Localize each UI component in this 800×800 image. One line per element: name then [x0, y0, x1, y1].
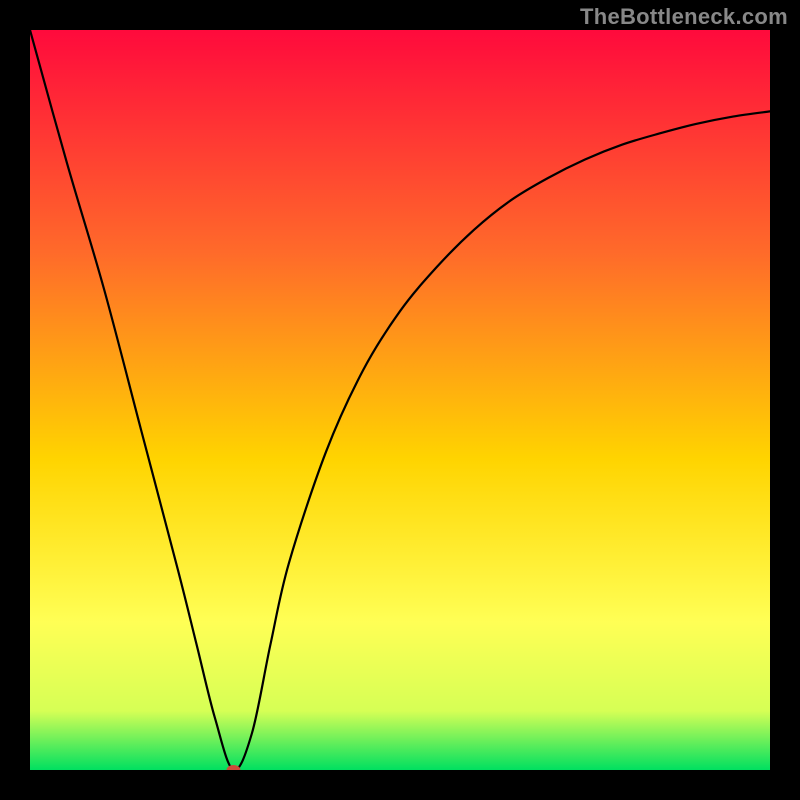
watermark-text: TheBottleneck.com	[580, 4, 788, 30]
chart-frame: TheBottleneck.com	[0, 0, 800, 800]
chart-svg	[30, 30, 770, 770]
plot-area	[30, 30, 770, 770]
gradient-background	[30, 30, 770, 770]
